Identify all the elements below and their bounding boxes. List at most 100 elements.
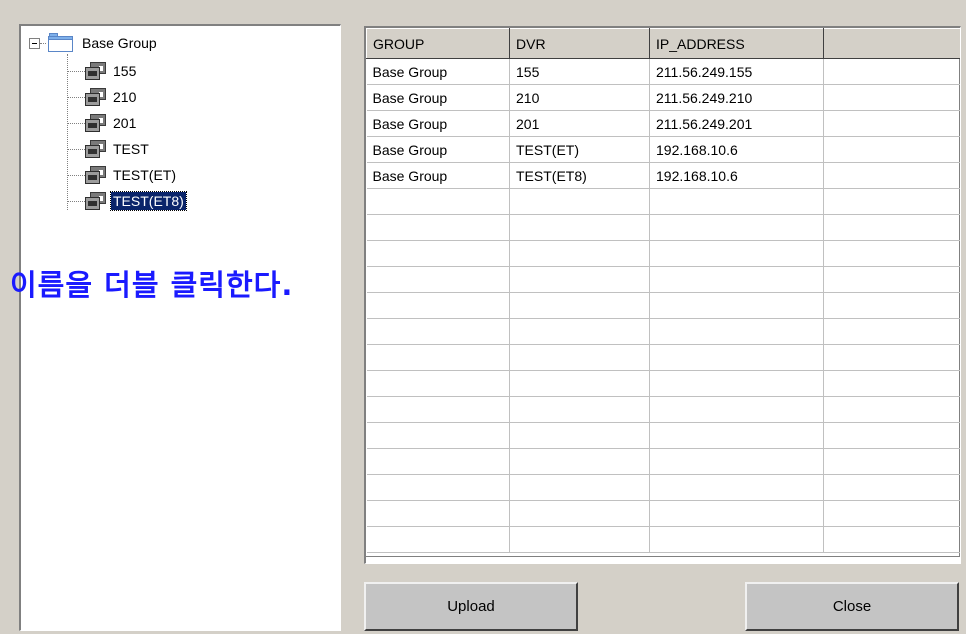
column-header-dvr[interactable]: DVR (509, 28, 650, 59)
table-row[interactable]: Base Group 155 211.56.249.155 (366, 58, 960, 85)
tree-item-210[interactable]: 210 (67, 84, 138, 110)
table-row[interactable] (366, 188, 960, 215)
table-cell: 201 (509, 110, 650, 137)
tree-item-201[interactable]: 201 (67, 110, 138, 136)
table-row[interactable] (366, 526, 960, 553)
table-cell (649, 370, 824, 397)
dvr-icon (85, 87, 107, 107)
upload-button[interactable]: Upload (364, 582, 578, 631)
table-cell (823, 500, 960, 527)
table-cell (509, 240, 650, 267)
table-row[interactable]: Base Group 201 211.56.249.201 (366, 110, 960, 137)
table-row[interactable]: Base Group TEST(ET) 192.168.10.6 (366, 136, 960, 163)
tree-connector (67, 148, 85, 150)
dvr-icon (85, 191, 107, 211)
table-cell (649, 214, 824, 241)
folder-icon (48, 33, 74, 53)
table-cell: Base Group (366, 162, 510, 189)
tree-item-label: TEST(ET8) (110, 191, 187, 211)
tree-connector (67, 70, 85, 72)
table-cell (823, 396, 960, 423)
column-header-ip-address[interactable]: IP_ADDRESS (649, 28, 824, 59)
tree-item-test[interactable]: TEST (67, 136, 151, 162)
close-button[interactable]: Close (745, 582, 959, 631)
table-cell: TEST(ET) (509, 136, 650, 163)
table-cell (366, 266, 510, 293)
table-cell (509, 344, 650, 371)
table-cell: 210 (509, 84, 650, 111)
table-cell: Base Group (366, 110, 510, 137)
table-cell (649, 448, 824, 475)
table-cell (509, 318, 650, 345)
table-row[interactable] (366, 214, 960, 241)
table-cell (649, 240, 824, 267)
table-cell: 211.56.249.201 (649, 110, 824, 137)
table-row[interactable] (366, 240, 960, 267)
table-cell: Base Group (366, 136, 510, 163)
column-header-group[interactable]: GROUP (366, 28, 510, 59)
table-row[interactable] (366, 318, 960, 345)
table-cell: 211.56.249.210 (649, 84, 824, 111)
table-cell: Base Group (366, 84, 510, 111)
table-row[interactable]: Base Group TEST(ET8) 192.168.10.6 (366, 162, 960, 189)
table-cell (366, 370, 510, 397)
table-cell (649, 500, 824, 527)
tree-root-base-group[interactable]: Base Group (29, 31, 157, 55)
table-cell (649, 344, 824, 371)
table-cell: Base Group (366, 58, 510, 85)
table-row[interactable] (366, 344, 960, 371)
table-cell (509, 266, 650, 293)
table-row[interactable] (366, 266, 960, 293)
tree-item-test-et[interactable]: TEST(ET) (67, 162, 178, 188)
dvr-table: GROUP DVR IP_ADDRESS Base Group 155 211.56… (366, 28, 960, 553)
table-row[interactable] (366, 292, 960, 319)
tree-item-test-et8[interactable]: TEST(ET8) (67, 188, 187, 214)
table-cell (509, 292, 650, 319)
table-cell (823, 370, 960, 397)
group-tree[interactable]: Base Group 155 210 201 TEST TEST(ET) TES… (19, 24, 341, 631)
table-cell (649, 188, 824, 215)
table-cell (823, 344, 960, 371)
dvr-icon (85, 139, 107, 159)
table-cell (366, 448, 510, 475)
table-cell: 192.168.10.6 (649, 136, 824, 163)
table-cell (649, 318, 824, 345)
table-row[interactable] (366, 370, 960, 397)
table-row[interactable] (366, 448, 960, 475)
tree-root-label: Base Group (82, 35, 157, 51)
dvr-upload-dialog: Base Group 155 210 201 TEST TEST(ET) TES… (0, 0, 966, 634)
table-cell (823, 292, 960, 319)
dvr-grid[interactable]: GROUP DVR IP_ADDRESS Base Group 155 211.56… (364, 26, 961, 564)
table-cell: 211.56.249.155 (649, 58, 824, 85)
table-header-row: GROUP DVR IP_ADDRESS (366, 28, 960, 59)
table-cell: 155 (509, 58, 650, 85)
table-cell (509, 396, 650, 423)
table-row[interactable] (366, 422, 960, 449)
table-row[interactable] (366, 396, 960, 423)
table-cell (823, 58, 960, 85)
collapse-icon[interactable] (29, 37, 40, 49)
tree-item-label: TEST(ET) (113, 167, 176, 183)
table-cell (366, 500, 510, 527)
table-cell (823, 110, 960, 137)
table-row[interactable]: Base Group 210 211.56.249.210 (366, 84, 960, 111)
table-cell (366, 188, 510, 215)
table-cell (366, 474, 510, 501)
table-cell (509, 474, 650, 501)
table-row[interactable] (366, 474, 960, 501)
table-row[interactable] (366, 500, 960, 527)
table-cell (509, 448, 650, 475)
tree-item-155[interactable]: 155 (67, 58, 138, 84)
table-cell (509, 214, 650, 241)
tree-connector (67, 122, 85, 124)
table-cell (509, 500, 650, 527)
table-cell (823, 474, 960, 501)
column-header-extra[interactable] (823, 28, 960, 59)
tree-connector (40, 42, 46, 44)
tree-item-label: TEST (113, 141, 149, 157)
table-cell (823, 266, 960, 293)
table-cell (649, 266, 824, 293)
table-cell (649, 474, 824, 501)
dvr-icon (85, 61, 107, 81)
dvr-icon (85, 113, 107, 133)
